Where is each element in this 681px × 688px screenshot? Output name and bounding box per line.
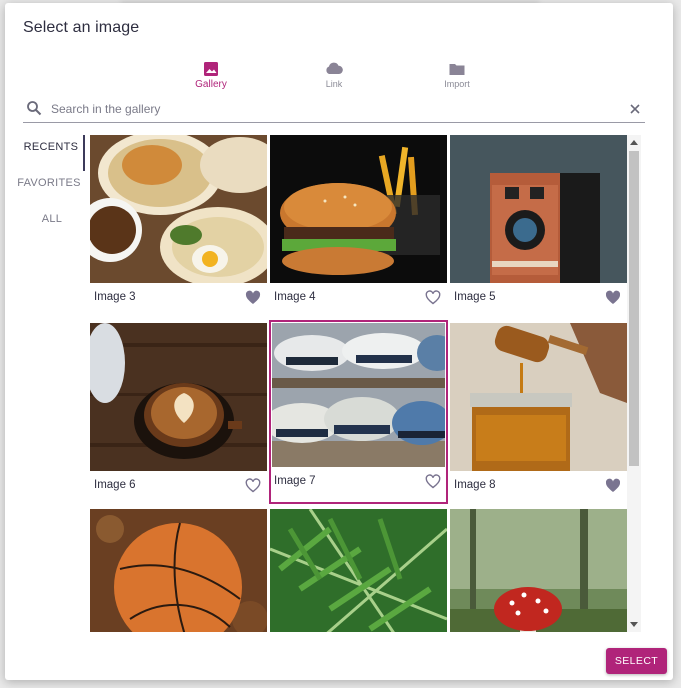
grid-scrollbar[interactable] — [627, 135, 641, 632]
gallery-card-image-6[interactable]: Image 6 — [90, 323, 267, 505]
image-caption: Image 4 — [274, 291, 316, 303]
tab-import-label: Import — [444, 79, 470, 89]
image-thumbnail — [450, 135, 627, 283]
image-thumbnail — [90, 509, 267, 632]
search-bar — [23, 95, 645, 123]
gallery-card-image-7[interactable]: Image 7 — [269, 320, 448, 504]
gallery-card-mushroom[interactable] — [450, 509, 627, 632]
image-picker-dialog: Select an image Gallery Link Import Sear… — [5, 3, 673, 680]
heart-filled-icon[interactable] — [245, 290, 261, 305]
sidebar-item-favorites[interactable]: FAVORITES — [9, 171, 89, 207]
heart-outline-icon[interactable] — [425, 474, 441, 489]
folder-icon — [417, 60, 497, 78]
image-thumbnail — [90, 323, 267, 471]
clear-search-icon[interactable] — [629, 102, 641, 114]
search-input[interactable] — [51, 99, 611, 119]
tab-gallery-label: Gallery — [195, 79, 227, 90]
dialog-title: Select an image — [23, 19, 140, 36]
image-caption: Image 7 — [274, 475, 316, 487]
sidebar-item-all[interactable]: ALL — [19, 207, 85, 243]
tab-link-label: Link — [325, 79, 343, 89]
gallery-card-basketball[interactable] — [90, 509, 267, 632]
image-caption: Image 3 — [94, 291, 136, 303]
search-icon — [26, 100, 42, 116]
image-thumbnail — [90, 135, 267, 283]
heart-filled-icon[interactable] — [605, 290, 621, 305]
image-thumbnail — [270, 509, 447, 632]
image-caption: Image 5 — [454, 291, 496, 303]
gallery-card-image-8[interactable]: Image 8 — [450, 323, 627, 505]
gallery-card-image-4[interactable]: Image 4 — [270, 135, 447, 317]
image-caption: Image 8 — [454, 479, 496, 491]
scroll-up-arrow-icon[interactable] — [630, 140, 638, 145]
scrollbar-thumb[interactable] — [629, 151, 639, 466]
select-button[interactable]: SELECT — [606, 648, 667, 674]
cloud-icon — [294, 60, 374, 78]
image-thumbnail — [272, 323, 445, 467]
filter-sidebar: RECENTS FAVORITES ALL — [5, 135, 89, 243]
tab-link[interactable]: Link — [294, 60, 374, 94]
image-thumbnail — [270, 135, 447, 283]
source-tabs: Gallery Link Import — [5, 60, 673, 94]
heart-filled-icon[interactable] — [605, 478, 621, 493]
image-thumbnail — [450, 323, 627, 471]
scroll-down-arrow-icon[interactable] — [630, 622, 638, 627]
gallery-card-image-5[interactable]: Image 5 — [450, 135, 627, 317]
sidebar-item-recents[interactable]: RECENTS — [19, 135, 85, 171]
heart-outline-icon[interactable] — [425, 290, 441, 305]
heart-outline-icon[interactable] — [245, 478, 261, 493]
gallery-card-fern[interactable] — [270, 509, 447, 632]
tab-import[interactable]: Import — [417, 60, 497, 94]
image-thumbnail — [450, 509, 627, 632]
tab-gallery[interactable]: Gallery — [171, 60, 251, 94]
image-caption: Image 6 — [94, 479, 136, 491]
image-icon — [171, 60, 251, 78]
image-grid: Image 3 Image 4 Image 5 Image 6 Image 7 … — [89, 135, 627, 632]
gallery-card-image-3[interactable]: Image 3 — [90, 135, 267, 317]
